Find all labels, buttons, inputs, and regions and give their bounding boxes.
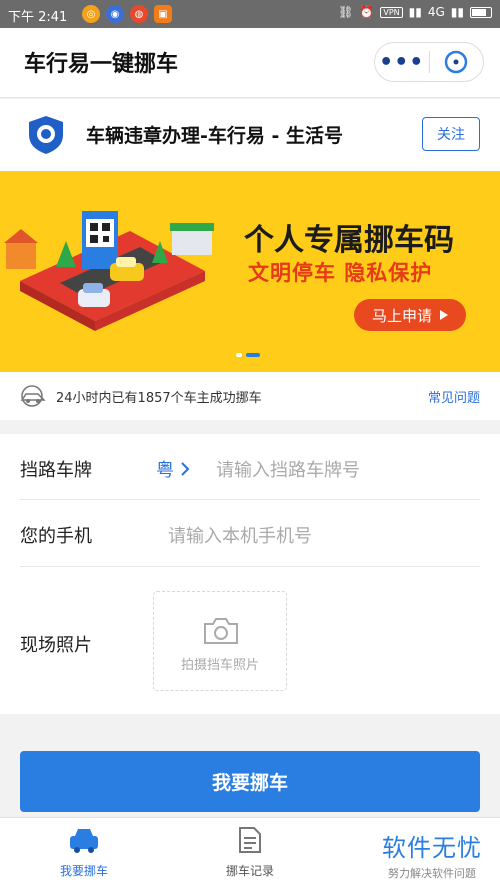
close-button[interactable]	[429, 43, 483, 81]
photo-hint: 拍摄挡车照片	[180, 658, 259, 673]
follow-button[interactable]: 关注	[422, 117, 480, 151]
phone-label: 您的手机	[20, 526, 92, 547]
more-button[interactable]: •••	[375, 43, 429, 81]
link-icon: ⛓	[338, 5, 354, 19]
tab-records[interactable]: 挪车记录	[200, 826, 300, 879]
plate-input[interactable]: 请输入挡路车牌号	[216, 456, 360, 482]
app-notification-icon: ◎	[82, 5, 100, 23]
submit-button[interactable]: 我要挪车	[20, 751, 480, 812]
play-arrow-icon	[440, 310, 448, 320]
notification-icons: ◎ ◉ ◍ ▣	[82, 5, 172, 23]
mini-program-capsule: •••	[374, 42, 484, 82]
watermark-title: 软件无忧	[382, 834, 482, 862]
photo-row: 现场照片 拍摄挡车照片	[20, 567, 480, 714]
signal-icon: ▮▮	[408, 5, 422, 19]
alarm-icon: ⏰	[359, 5, 375, 19]
carousel-dot	[236, 353, 242, 357]
network-type: 4G	[427, 5, 445, 19]
account-logo-icon	[29, 116, 63, 154]
app-notification-icon: ▣	[154, 5, 172, 23]
photo-upload[interactable]: 拍摄挡车照片	[153, 591, 287, 691]
account-row: 车辆违章办理-车行易 - 生活号 关注	[0, 99, 500, 171]
apply-button[interactable]: 马上申请	[354, 299, 466, 331]
faq-link[interactable]: 常见问题	[428, 387, 480, 406]
car-icon	[70, 829, 98, 853]
carousel-indicator	[236, 353, 260, 357]
document-icon	[239, 827, 261, 853]
tab-move-car[interactable]: 我要挪车	[34, 826, 134, 879]
status-bar: 下午 2:41 ◎ ◉ ◍ ▣ ⛓ ⏰ VPN ▮▮ 4G ▮▮	[0, 0, 500, 28]
car-outline-icon	[20, 385, 46, 407]
status-time: 下午 2:41	[8, 10, 68, 25]
parking-illustration	[4, 211, 214, 331]
page-title: 车行易一键挪车	[24, 52, 179, 77]
watermark: 软件无忧 努力解决软件问题	[382, 828, 482, 881]
banner-subline: 文明停车 隐私保护	[248, 261, 433, 285]
title-bar: 车行易一键挪车 •••	[0, 28, 500, 98]
watermark-subtitle: 努力解决软件问题	[388, 867, 476, 880]
apply-button-label: 马上申请	[371, 306, 432, 325]
banner-headline: 个人专属挪车码	[244, 223, 454, 258]
weibo-icon: ◍	[130, 5, 148, 23]
chevron-right-icon[interactable]	[180, 462, 190, 476]
tab-bar: 我要挪车 挪车记录 软件无忧 努力解决软件问题	[0, 817, 500, 889]
success-stat-text: 24小时内已有1857个车主成功挪车	[56, 391, 262, 406]
province-selector[interactable]: 粤	[156, 456, 174, 482]
move-car-form: 挡路车牌 粤 请输入挡路车牌号 您的手机 请输入本机手机号 现场照片 拍摄挡车照…	[0, 434, 500, 714]
tab-label: 我要挪车	[59, 864, 108, 878]
battery-icon	[470, 6, 492, 18]
phone-input[interactable]: 请输入本机手机号	[168, 522, 312, 548]
close-icon	[444, 50, 468, 74]
account-name: 车辆违章办理-车行易 - 生活号	[86, 125, 344, 147]
phone-row: 您的手机 请输入本机手机号	[20, 500, 480, 567]
camera-icon	[204, 618, 238, 644]
vpn-icon: VPN	[380, 6, 403, 18]
more-icon: •••	[379, 49, 425, 75]
info-row: 24小时内已有1857个车主成功挪车 常见问题	[0, 372, 500, 420]
plate-row: 挡路车牌 粤 请输入挡路车牌号	[20, 434, 480, 500]
promo-banner[interactable]: 个人专属挪车码 文明停车 隐私保护 马上申请	[0, 171, 500, 372]
app-notification-icon: ◉	[106, 5, 124, 23]
tab-label: 挪车记录	[225, 864, 274, 878]
carousel-dot-active	[246, 353, 260, 357]
plate-label: 挡路车牌	[20, 460, 92, 481]
photo-label: 现场照片	[20, 635, 92, 656]
signal-icon: ▮▮	[450, 5, 464, 19]
